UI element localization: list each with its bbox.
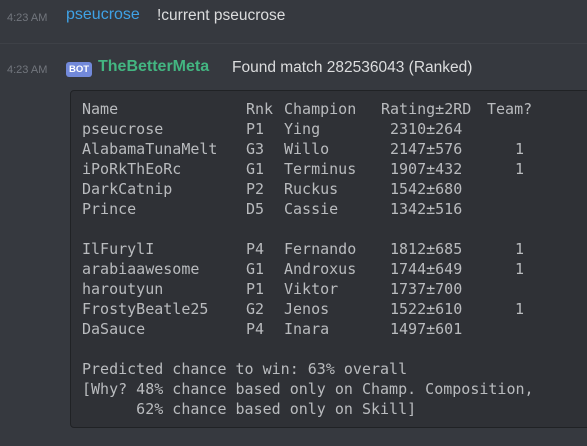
username-thebettermeta[interactable]: TheBetterMeta [98, 58, 209, 76]
player-champion: Androxus [284, 260, 357, 278]
player-team: 1 [515, 140, 525, 158]
player-champion: Ruckus [284, 180, 339, 198]
player-rank: P1 [246, 120, 265, 138]
username-pseucrose[interactable]: pseucrose [66, 6, 140, 24]
player-rank: G1 [246, 160, 265, 178]
table-row: IlFurylI P4 Fernando 1812±685 1 [82, 239, 582, 259]
player-champion: Terminus [284, 160, 357, 178]
player-name: Prince [82, 200, 137, 218]
table-row: AlabamaTunaMelt G3 Willo 2147±576 1 [82, 139, 582, 159]
player-name: DarkCatnip [82, 180, 173, 198]
prediction-skill: 62% chance based only on Skill] [82, 400, 417, 418]
player-champion: Ying [284, 120, 321, 138]
player-name: pseucrose [82, 120, 164, 138]
message-text: Found match 282536043 (Ranked) [232, 59, 473, 76]
prediction-overall: Predicted chance to win: 63% overall [82, 360, 408, 378]
player-champion: Viktor [284, 280, 339, 298]
player-rating: 1497±601 [390, 320, 463, 338]
message-bot: 4:23 AM BOT TheBetterMeta Found match 28… [0, 54, 587, 84]
table-row: DaSauce P4 Inara 1497±601 [82, 319, 582, 339]
match-code-block: Name Rnk Champion Rating±2RD Team? pseuc… [70, 90, 587, 428]
player-rank: P2 [246, 180, 265, 198]
player-rank: G3 [246, 140, 265, 158]
player-team: 1 [515, 300, 525, 318]
header-name: Name [82, 100, 119, 118]
player-rating: 1737±700 [390, 280, 463, 298]
player-rank: G2 [246, 300, 265, 318]
player-rank: P4 [246, 320, 265, 338]
player-team: 1 [515, 260, 525, 278]
message-text: !current pseucrose [157, 7, 286, 24]
player-rating: 2310±264 [390, 120, 463, 138]
header-rank: Rnk [246, 100, 274, 118]
table-row: pseucrose P1 Ying 2310±264 [82, 119, 582, 139]
player-name: AlabamaTunaMelt [82, 140, 218, 158]
player-rank: P1 [246, 280, 265, 298]
header-rating: Rating±2RD [381, 100, 472, 118]
table-header: Name Rnk Champion Rating±2RD Team? [82, 99, 582, 119]
player-name: DaSauce [82, 320, 146, 338]
table-row: iPoRkThEoRc G1 Terminus 1907±432 1 [82, 159, 582, 179]
player-champion: Inara [284, 320, 330, 338]
player-rank: D5 [246, 200, 265, 218]
player-rating: 1907±432 [390, 160, 463, 178]
table-row: DarkCatnip P2 Ruckus 1542±680 [82, 179, 582, 199]
message-timestamp: 4:23 AM [7, 12, 48, 24]
player-team: 1 [515, 240, 525, 258]
header-champion: Champion [284, 100, 357, 118]
bot-badge: BOT [66, 62, 92, 77]
table-row: arabiaawesome G1 Androxus 1744±649 1 [82, 259, 582, 279]
player-champion: Cassie [284, 200, 339, 218]
message-pseucrose: 4:23 AM pseucrose !current pseucrose [0, 2, 587, 32]
player-champion: Fernando [284, 240, 357, 258]
table-row: FrostyBeatle25 G2 Jenos 1522±610 1 [82, 299, 582, 319]
player-name: IlFurylI [82, 240, 155, 258]
player-rating: 1542±680 [390, 180, 463, 198]
player-rating: 1522±610 [390, 300, 463, 318]
player-rank: P4 [246, 240, 265, 258]
player-rating: 1342±516 [390, 200, 463, 218]
player-champion: Willo [284, 140, 330, 158]
table-row: haroutyun P1 Viktor 1737±700 [82, 279, 582, 299]
player-name: arabiaawesome [82, 260, 200, 278]
message-divider [0, 43, 587, 44]
table-row: Prince D5 Cassie 1342±516 [82, 199, 582, 219]
header-team: Team? [487, 100, 533, 118]
player-rating: 1744±649 [390, 260, 463, 278]
message-timestamp: 4:23 AM [7, 64, 48, 76]
player-rank: G1 [246, 260, 265, 278]
player-name: haroutyun [82, 280, 164, 298]
player-champion: Jenos [284, 300, 330, 318]
player-rating: 1812±685 [390, 240, 463, 258]
player-team: 1 [515, 160, 525, 178]
player-name: iPoRkThEoRc [82, 160, 182, 178]
player-rating: 2147±576 [390, 140, 463, 158]
prediction-composition: [Why? 48% chance based only on Champ. Co… [82, 380, 534, 398]
player-name: FrostyBeatle25 [82, 300, 209, 318]
